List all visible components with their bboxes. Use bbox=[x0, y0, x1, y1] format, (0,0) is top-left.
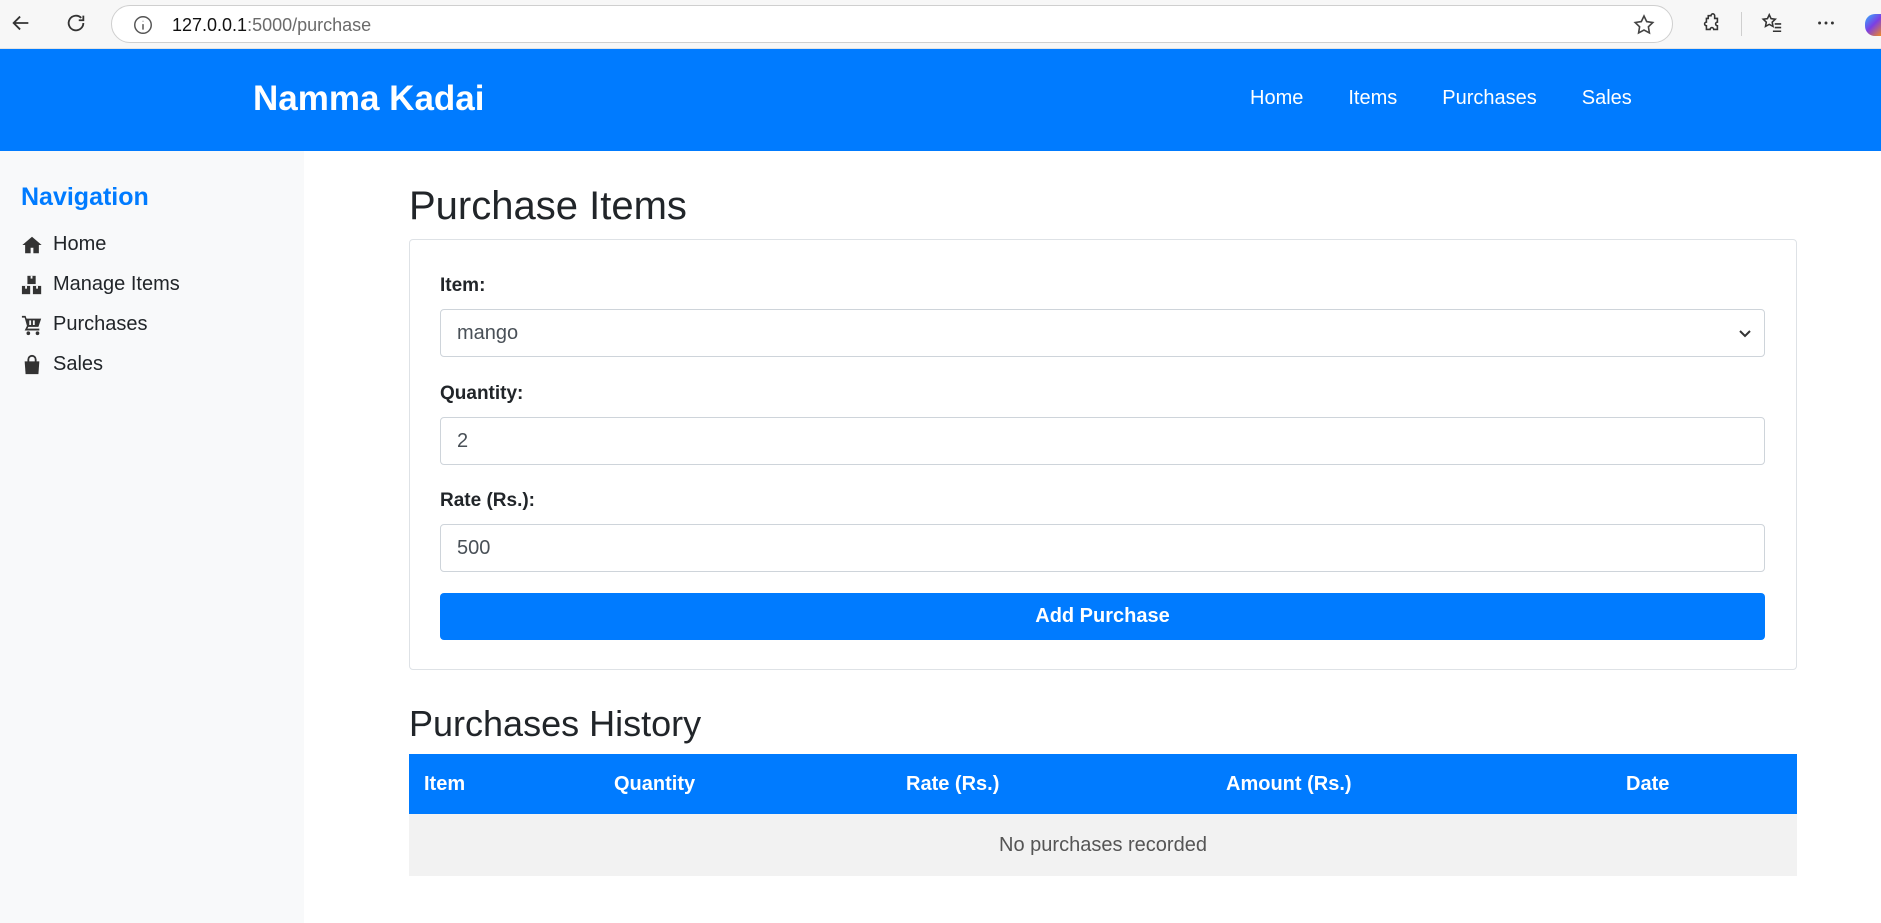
shopping-bag-icon bbox=[24, 354, 40, 374]
purchases-history-table: Item Quantity Rate (Rs.) Amount (Rs.) Da… bbox=[409, 754, 1797, 876]
nav-link-purchases[interactable]: Purchases bbox=[1442, 87, 1537, 110]
favorite-star-icon[interactable] bbox=[1632, 13, 1656, 37]
back-button[interactable] bbox=[6, 8, 36, 38]
boxes-icon bbox=[21, 275, 42, 294]
nav-link-home[interactable]: Home bbox=[1250, 87, 1303, 110]
sidebar-item-label: Home bbox=[53, 233, 107, 255]
reload-button[interactable] bbox=[61, 8, 91, 38]
column-header-quantity: Quantity bbox=[599, 754, 891, 814]
item-label: Item: bbox=[440, 275, 486, 296]
sidebar-item-label: Purchases bbox=[53, 313, 148, 335]
add-purchase-button[interactable]: Add Purchase bbox=[440, 593, 1765, 640]
brand-title[interactable]: Namma Kadai bbox=[253, 79, 484, 119]
more-button[interactable] bbox=[1811, 8, 1841, 38]
quantity-input-value: 2 bbox=[457, 429, 469, 452]
cart-icon bbox=[21, 315, 42, 335]
more-dots-icon bbox=[1818, 21, 1834, 25]
browser-toolbar: 127.0.0.1:5000/purchase bbox=[0, 0, 1881, 49]
sidebar-item-manage-items[interactable]: Manage Items bbox=[21, 273, 180, 296]
rate-label: Rate (Rs.): bbox=[440, 490, 536, 511]
back-arrow-icon bbox=[12, 15, 29, 31]
nav-link-sales[interactable]: Sales bbox=[1582, 87, 1632, 110]
toolbar-divider bbox=[1741, 12, 1742, 36]
home-icon bbox=[22, 236, 42, 253]
navbar-links: Home Items Purchases Sales bbox=[1250, 87, 1677, 110]
sidebar-title: Navigation bbox=[21, 183, 149, 211]
site-info-icon[interactable] bbox=[132, 14, 154, 36]
table-header-row: Item Quantity Rate (Rs.) Amount (Rs.) Da… bbox=[409, 754, 1797, 814]
rate-input-value: 500 bbox=[457, 536, 491, 559]
history-title: Purchases History bbox=[409, 703, 702, 744]
quantity-input[interactable]: 2 bbox=[440, 417, 1765, 465]
sidebar-item-label: Sales bbox=[53, 353, 104, 375]
column-header-amount: Amount (Rs.) bbox=[1211, 754, 1611, 814]
address-bar[interactable]: 127.0.0.1:5000/purchase bbox=[111, 5, 1673, 43]
reload-icon bbox=[67, 14, 85, 32]
empty-table-message: No purchases recorded bbox=[409, 814, 1797, 876]
sidebar-item-home[interactable]: Home bbox=[21, 233, 106, 256]
extensions-button[interactable] bbox=[1696, 8, 1726, 38]
column-header-rate: Rate (Rs.) bbox=[891, 754, 1211, 814]
rate-input[interactable]: 500 bbox=[440, 524, 1765, 572]
sidebar-item-label: Manage Items bbox=[53, 273, 180, 295]
url-path: :5000/purchase bbox=[247, 15, 372, 35]
copilot-icon[interactable] bbox=[1865, 14, 1881, 36]
nav-link-items[interactable]: Items bbox=[1348, 87, 1397, 110]
column-header-date: Date bbox=[1611, 754, 1797, 814]
item-select[interactable]: mango bbox=[440, 309, 1765, 357]
chevron-down-icon bbox=[1739, 330, 1751, 338]
favorites-list-icon bbox=[1761, 12, 1782, 33]
url-host: 127.0.0.1 bbox=[172, 15, 248, 35]
sidebar: Navigation Home Manage Items Purchases S… bbox=[0, 151, 304, 923]
purchase-form-card: Item: mango Quantity: 2 Rate (Rs.): 500 … bbox=[409, 239, 1797, 670]
page-title: Purchase Items bbox=[409, 184, 687, 228]
top-navbar: Namma Kadai Home Items Purchases Sales bbox=[0, 49, 1881, 151]
quantity-label: Quantity: bbox=[440, 383, 524, 404]
sidebar-item-sales[interactable]: Sales bbox=[21, 353, 103, 376]
favorites-button[interactable] bbox=[1757, 8, 1787, 38]
sidebar-item-purchases[interactable]: Purchases bbox=[21, 313, 148, 336]
url-text[interactable]: 127.0.0.1:5000/purchase bbox=[172, 15, 371, 36]
column-header-item: Item bbox=[409, 754, 599, 814]
item-select-value: mango bbox=[457, 321, 519, 344]
puzzle-icon bbox=[1703, 13, 1719, 31]
table-row: No purchases recorded bbox=[409, 814, 1797, 876]
